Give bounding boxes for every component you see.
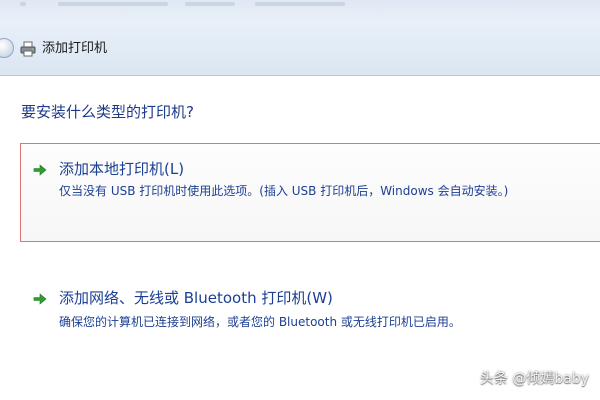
watermark: 头条 @倾嫣baby bbox=[479, 371, 589, 387]
option-description: 仅当没有 USB 打印机时使用此选项。(插入 USB 打印机后，Windows … bbox=[59, 184, 509, 198]
green-arrow-icon bbox=[33, 164, 47, 176]
navigation-bar: 添加打印机 bbox=[0, 22, 600, 76]
window-title: 添加打印机 bbox=[42, 41, 108, 56]
blurred-chrome bbox=[58, 2, 168, 6]
option-description: 确保您的计算机已连接到网络，或者您的 Bluetooth 或无线打印机已启用。 bbox=[59, 315, 461, 329]
page-heading: 要安装什么类型的打印机? bbox=[21, 103, 194, 121]
blurred-chrome bbox=[255, 2, 345, 6]
blurred-chrome bbox=[20, 2, 26, 6]
add-local-printer-option[interactable]: 添加本地打印机(L) 仅当没有 USB 打印机时使用此选项。(插入 USB 打印… bbox=[20, 143, 600, 242]
back-button[interactable] bbox=[0, 38, 14, 58]
option-title: 添加网络、无线或 Bluetooth 打印机(W) bbox=[59, 289, 333, 307]
printer-icon bbox=[20, 41, 36, 57]
blurred-chrome bbox=[185, 2, 235, 6]
add-printer-wizard: 添加打印机 要安装什么类型的打印机? 添加本地打印机(L) 仅当没有 USB 打… bbox=[0, 0, 600, 400]
green-arrow-icon bbox=[33, 293, 47, 305]
option-title: 添加本地打印机(L) bbox=[59, 160, 185, 178]
add-network-printer-option[interactable]: 添加网络、无线或 Bluetooth 打印机(W) 确保您的计算机已连接到网络，… bbox=[20, 278, 600, 338]
window-top-strip bbox=[0, 0, 600, 22]
